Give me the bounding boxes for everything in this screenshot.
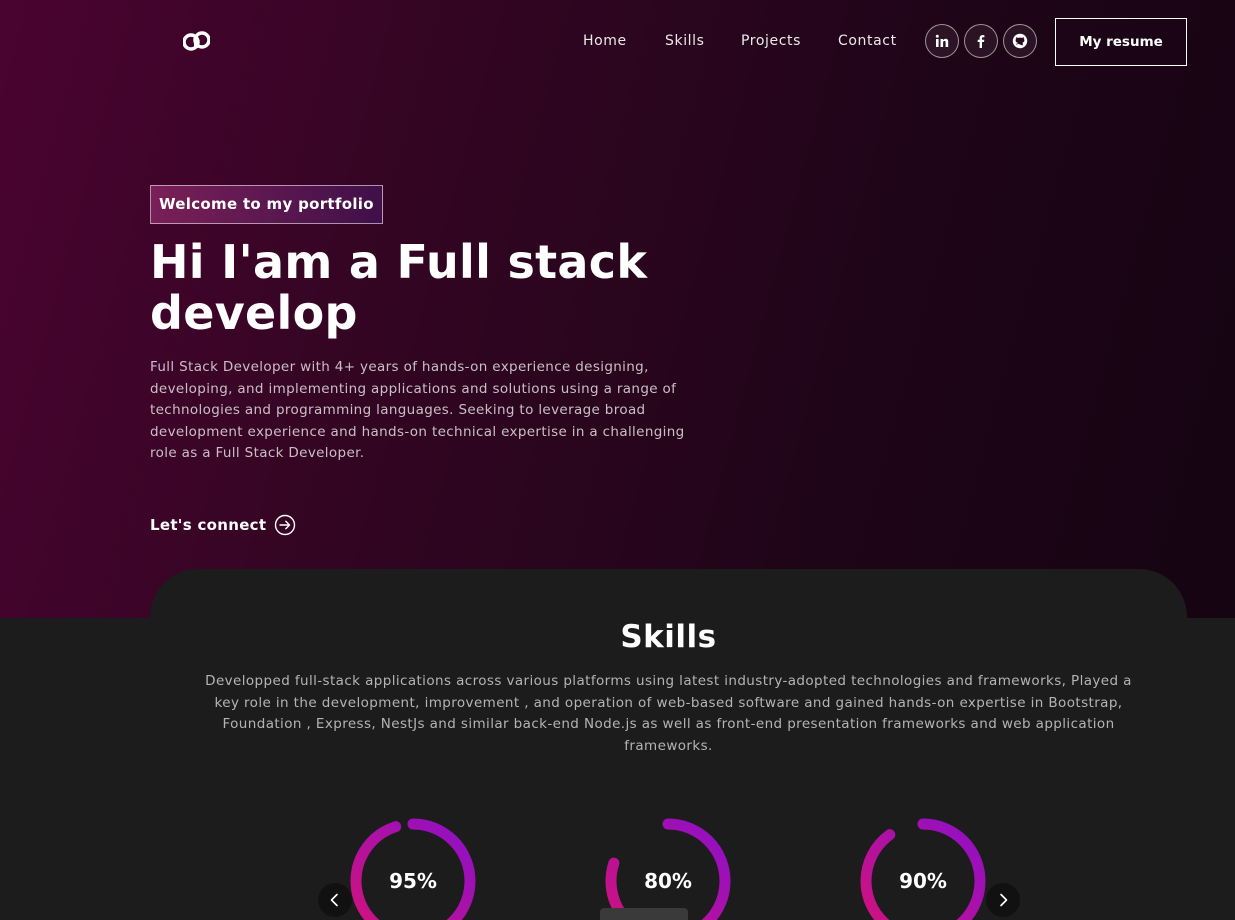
skill-ring-2: 80% [603, 816, 733, 920]
skill-ring-1: 95% [348, 816, 478, 920]
skill-percent: 95% [389, 869, 437, 893]
logo-icon[interactable] [183, 30, 210, 52]
connect-label: Let's connect [150, 516, 267, 534]
skills-card: Skills Developped full-stack application… [150, 569, 1187, 920]
connect-button[interactable]: Let's connect [150, 514, 296, 536]
github-icon [1012, 33, 1028, 49]
carousel-indicator[interactable] [600, 908, 688, 920]
hero-title-line2: develop [150, 286, 358, 340]
facebook-button[interactable] [964, 24, 998, 58]
github-button[interactable] [1003, 24, 1037, 58]
hero-description: Full Stack Developer with 4+ years of ha… [150, 359, 685, 461]
nav-link-contact[interactable]: Contact [838, 33, 897, 49]
nav-link-home[interactable]: Home [583, 33, 627, 49]
skills-description: Developped full-stack applications acros… [205, 673, 1132, 754]
resume-button[interactable]: My resume [1055, 18, 1187, 66]
linkedin-icon [935, 34, 949, 47]
linkedin-button[interactable] [925, 24, 959, 58]
skill-ring-3: 90% [858, 816, 988, 920]
skill-percent: 80% [644, 869, 692, 893]
facebook-icon [977, 35, 985, 48]
hero-title-line1: Hi I'am a Full stack [150, 235, 648, 289]
hero-title: Hi I'am a Full stack develop [150, 237, 710, 339]
chevron-left-icon [330, 893, 338, 907]
nav-link-skills[interactable]: Skills [665, 33, 705, 49]
skills-title: Skills [620, 619, 717, 655]
chevron-right-icon [1000, 893, 1008, 907]
carousel-next-button[interactable] [986, 883, 1020, 917]
skill-percent: 90% [899, 869, 947, 893]
nav-link-projects[interactable]: Projects [741, 33, 801, 49]
arrow-right-circle-icon [275, 514, 296, 536]
tagline-badge: Welcome to my portfolio [150, 185, 383, 224]
carousel-prev-button[interactable] [318, 883, 352, 917]
